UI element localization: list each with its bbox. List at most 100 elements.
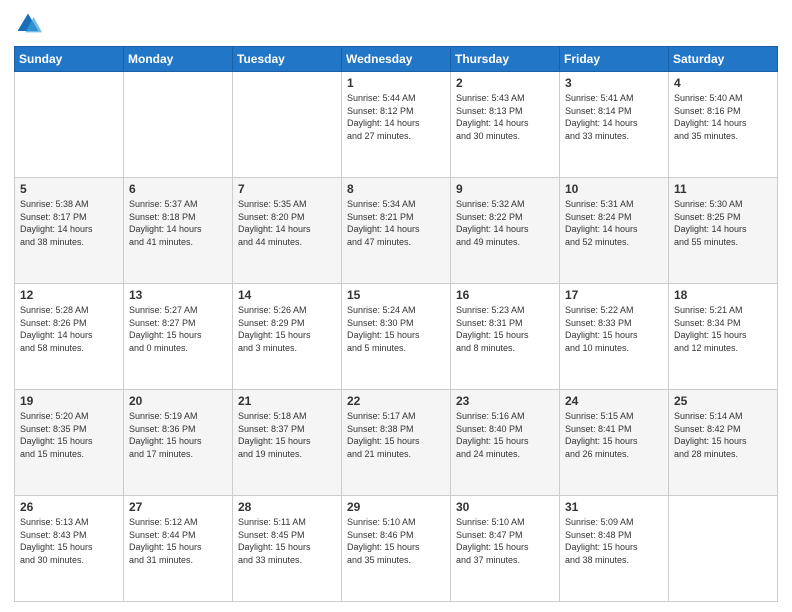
calendar-cell: 10 Sunrise: 5:31 AM Sunset: 8:24 PM Dayli…: [560, 178, 669, 284]
calendar-cell: 26Sunrise: 5:13 AM Sunset: 8:43 PM Dayli…: [15, 496, 124, 602]
calendar-cell: 1 Sunrise: 5:44 AM Sunset: 8:12 PM Daylig…: [342, 72, 451, 178]
calendar-cell: 17 Sunrise: 5:22 AM Sunset: 8:33 PM Dayli…: [560, 284, 669, 390]
calendar-cell: 14Sunrise: 5:26 AM Sunset: 8:29 PM Dayli…: [233, 284, 342, 390]
day-number: 21: [238, 394, 336, 408]
calendar-cell: 12 Sunrise: 5:28 AM Sunset: 8:26 PM Dayli…: [15, 284, 124, 390]
calendar-cell: 8 Sunrise: 5:34 AM Sunset: 8:21 PM Daylig…: [342, 178, 451, 284]
day-number: 28: [238, 500, 336, 514]
calendar-header-cell: Wednesday: [342, 47, 451, 72]
calendar-cell: [15, 72, 124, 178]
day-number: 18: [674, 288, 772, 302]
calendar-cell: 22Sunrise: 5:17 AM Sunset: 8:38 PM Dayli…: [342, 390, 451, 496]
calendar-table: SundayMondayTuesdayWednesdayThursdayFrid…: [14, 46, 778, 602]
day-number: 12: [20, 288, 118, 302]
day-number: 17: [565, 288, 663, 302]
calendar-cell: 4 Sunrise: 5:40 AM Sunset: 8:16 PM Daylig…: [669, 72, 778, 178]
calendar-cell: 13 Sunrise: 5:27 AM Sunset: 8:27 PM Dayli…: [124, 284, 233, 390]
calendar-cell: [669, 496, 778, 602]
calendar-cell: 20 Sunrise: 5:19 AM Sunset: 8:36 PM Dayli…: [124, 390, 233, 496]
day-number: 8: [347, 182, 445, 196]
day-number: 4: [674, 76, 772, 90]
day-info: Sunrise: 5:31 AM Sunset: 8:24 PM Dayligh…: [565, 198, 663, 248]
day-number: 14: [238, 288, 336, 302]
calendar-cell: 11 Sunrise: 5:30 AM Sunset: 8:25 PM Dayli…: [669, 178, 778, 284]
calendar-cell: 5Sunrise: 5:38 AM Sunset: 8:17 PM Daylig…: [15, 178, 124, 284]
calendar-header-cell: Friday: [560, 47, 669, 72]
day-number: 29: [347, 500, 445, 514]
calendar-cell: 30 Sunrise: 5:10 AM Sunset: 8:47 PM Dayli…: [451, 496, 560, 602]
day-info: Sunrise: 5:18 AM Sunset: 8:37 PM Dayligh…: [238, 410, 336, 460]
calendar-cell: 15Sunrise: 5:24 AM Sunset: 8:30 PM Dayli…: [342, 284, 451, 390]
day-number: 11: [674, 182, 772, 196]
calendar-cell: 24Sunrise: 5:15 AM Sunset: 8:41 PM Dayli…: [560, 390, 669, 496]
calendar-cell: [233, 72, 342, 178]
day-info: Sunrise: 5:37 AM Sunset: 8:18 PM Dayligh…: [129, 198, 227, 248]
calendar-cell: [124, 72, 233, 178]
day-info: Sunrise: 5:40 AM Sunset: 8:16 PM Dayligh…: [674, 92, 772, 142]
calendar-week-row: 19 Sunrise: 5:20 AM Sunset: 8:35 PM Dayli…: [15, 390, 778, 496]
calendar-header-cell: Sunday: [15, 47, 124, 72]
day-number: 9: [456, 182, 554, 196]
calendar-cell: 2 Sunrise: 5:43 AM Sunset: 8:13 PM Daylig…: [451, 72, 560, 178]
calendar-cell: 31 Sunrise: 5:09 AM Sunset: 8:48 PM Dayli…: [560, 496, 669, 602]
day-number: 3: [565, 76, 663, 90]
logo: [14, 10, 46, 38]
calendar-cell: 18 Sunrise: 5:21 AM Sunset: 8:34 PM Dayli…: [669, 284, 778, 390]
calendar-header-cell: Monday: [124, 47, 233, 72]
day-number: 7: [238, 182, 336, 196]
day-info: Sunrise: 5:11 AM Sunset: 8:45 PM Dayligh…: [238, 516, 336, 566]
calendar-cell: 25Sunrise: 5:14 AM Sunset: 8:42 PM Dayli…: [669, 390, 778, 496]
day-info: Sunrise: 5:12 AM Sunset: 8:44 PM Dayligh…: [129, 516, 227, 566]
day-info: Sunrise: 5:09 AM Sunset: 8:48 PM Dayligh…: [565, 516, 663, 566]
day-info: Sunrise: 5:32 AM Sunset: 8:22 PM Dayligh…: [456, 198, 554, 248]
day-info: Sunrise: 5:30 AM Sunset: 8:25 PM Dayligh…: [674, 198, 772, 248]
day-number: 2: [456, 76, 554, 90]
day-info: Sunrise: 5:28 AM Sunset: 8:26 PM Dayligh…: [20, 304, 118, 354]
day-number: 16: [456, 288, 554, 302]
calendar-header-cell: Tuesday: [233, 47, 342, 72]
calendar-cell: 6 Sunrise: 5:37 AM Sunset: 8:18 PM Daylig…: [124, 178, 233, 284]
day-number: 19: [20, 394, 118, 408]
day-number: 24: [565, 394, 663, 408]
day-info: Sunrise: 5:10 AM Sunset: 8:46 PM Dayligh…: [347, 516, 445, 566]
day-info: Sunrise: 5:14 AM Sunset: 8:42 PM Dayligh…: [674, 410, 772, 460]
calendar-header-cell: Saturday: [669, 47, 778, 72]
calendar-week-row: 5Sunrise: 5:38 AM Sunset: 8:17 PM Daylig…: [15, 178, 778, 284]
day-info: Sunrise: 5:21 AM Sunset: 8:34 PM Dayligh…: [674, 304, 772, 354]
day-number: 31: [565, 500, 663, 514]
day-number: 1: [347, 76, 445, 90]
day-number: 27: [129, 500, 227, 514]
day-number: 26: [20, 500, 118, 514]
day-info: Sunrise: 5:34 AM Sunset: 8:21 PM Dayligh…: [347, 198, 445, 248]
day-number: 5: [20, 182, 118, 196]
day-info: Sunrise: 5:22 AM Sunset: 8:33 PM Dayligh…: [565, 304, 663, 354]
calendar-cell: 27 Sunrise: 5:12 AM Sunset: 8:44 PM Dayli…: [124, 496, 233, 602]
day-info: Sunrise: 5:27 AM Sunset: 8:27 PM Dayligh…: [129, 304, 227, 354]
calendar-cell: 9 Sunrise: 5:32 AM Sunset: 8:22 PM Daylig…: [451, 178, 560, 284]
calendar-cell: 23Sunrise: 5:16 AM Sunset: 8:40 PM Dayli…: [451, 390, 560, 496]
day-number: 30: [456, 500, 554, 514]
day-number: 13: [129, 288, 227, 302]
calendar-week-row: 26Sunrise: 5:13 AM Sunset: 8:43 PM Dayli…: [15, 496, 778, 602]
day-info: Sunrise: 5:20 AM Sunset: 8:35 PM Dayligh…: [20, 410, 118, 460]
calendar-header-cell: Thursday: [451, 47, 560, 72]
day-number: 15: [347, 288, 445, 302]
day-info: Sunrise: 5:17 AM Sunset: 8:38 PM Dayligh…: [347, 410, 445, 460]
day-info: Sunrise: 5:35 AM Sunset: 8:20 PM Dayligh…: [238, 198, 336, 248]
day-info: Sunrise: 5:16 AM Sunset: 8:40 PM Dayligh…: [456, 410, 554, 460]
day-info: Sunrise: 5:44 AM Sunset: 8:12 PM Dayligh…: [347, 92, 445, 142]
day-number: 10: [565, 182, 663, 196]
calendar-week-row: 12 Sunrise: 5:28 AM Sunset: 8:26 PM Dayli…: [15, 284, 778, 390]
header: [14, 10, 778, 38]
calendar-cell: 3Sunrise: 5:41 AM Sunset: 8:14 PM Daylig…: [560, 72, 669, 178]
day-info: Sunrise: 5:23 AM Sunset: 8:31 PM Dayligh…: [456, 304, 554, 354]
day-info: Sunrise: 5:43 AM Sunset: 8:13 PM Dayligh…: [456, 92, 554, 142]
day-number: 6: [129, 182, 227, 196]
calendar-header-row: SundayMondayTuesdayWednesdayThursdayFrid…: [15, 47, 778, 72]
day-number: 20: [129, 394, 227, 408]
calendar-body: 1 Sunrise: 5:44 AM Sunset: 8:12 PM Daylig…: [15, 72, 778, 602]
day-info: Sunrise: 5:10 AM Sunset: 8:47 PM Dayligh…: [456, 516, 554, 566]
logo-icon: [14, 10, 42, 38]
calendar-cell: 28 Sunrise: 5:11 AM Sunset: 8:45 PM Dayli…: [233, 496, 342, 602]
day-info: Sunrise: 5:19 AM Sunset: 8:36 PM Dayligh…: [129, 410, 227, 460]
